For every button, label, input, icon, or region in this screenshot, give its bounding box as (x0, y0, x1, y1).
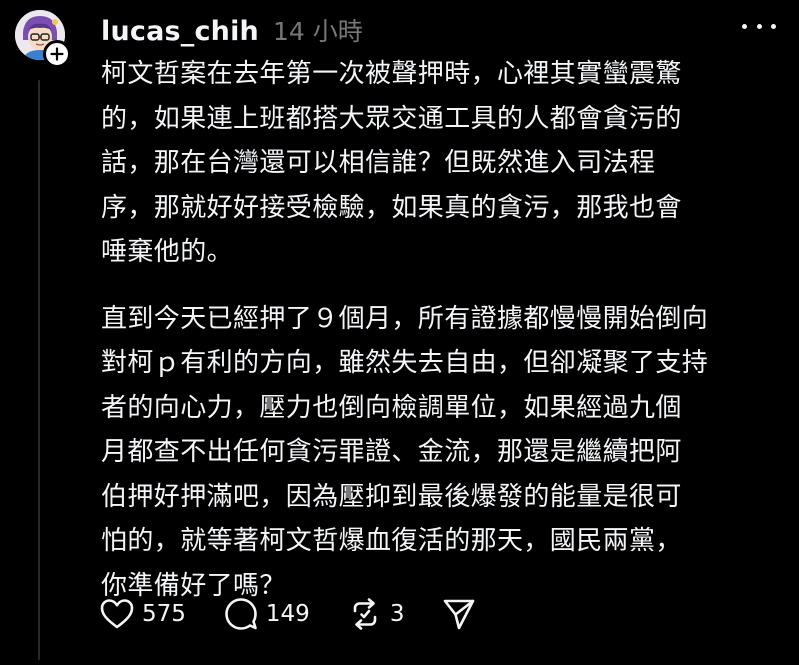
threads-post: lucas_chih 14 小時 柯文哲案在去年第一次被聲押時，心裡其實蠻震驚 … (0, 0, 799, 665)
comment-icon (225, 598, 257, 630)
post-timestamp: 14 小時 (272, 17, 363, 46)
action-bar: 575 149 3 (100, 594, 514, 634)
send-icon (444, 599, 475, 630)
repost-icon (353, 598, 377, 630)
follow-button[interactable] (43, 40, 71, 68)
repost-count: 3 (389, 601, 405, 627)
reply-count: 149 (265, 601, 310, 627)
post-paragraph: 柯文哲案在去年第一次被聲押時，心裡其實蠻震驚 的，如果連上班都搭大眾交通工具的人… (101, 59, 682, 267)
reply-button[interactable]: 149 (224, 597, 310, 631)
heart-icon (100, 599, 134, 629)
share-button[interactable] (442, 597, 476, 631)
more-dot (756, 23, 762, 29)
more-dot (742, 23, 747, 29)
repost-button[interactable]: 3 (348, 597, 405, 631)
like-count: 575 (142, 601, 186, 627)
post-header: lucas_chih 14 小時 (101, 12, 363, 47)
post-paragraph: 直到今天已經押了９個月，所有證據都慢慢開始倒向 對柯ｐ有利的方向，雖然失去自由，… (101, 303, 709, 601)
post-body: 柯文哲案在去年第一次被聲押時，心裡其實蠻震驚 的，如果連上班都搭大眾交通工具的人… (101, 52, 781, 608)
more-icon[interactable] (742, 16, 776, 36)
plus-icon (50, 47, 64, 61)
like-button[interactable]: 575 (100, 598, 186, 630)
thread-line (38, 80, 40, 660)
more-dot (771, 23, 776, 29)
username[interactable]: lucas_chih (101, 16, 259, 47)
